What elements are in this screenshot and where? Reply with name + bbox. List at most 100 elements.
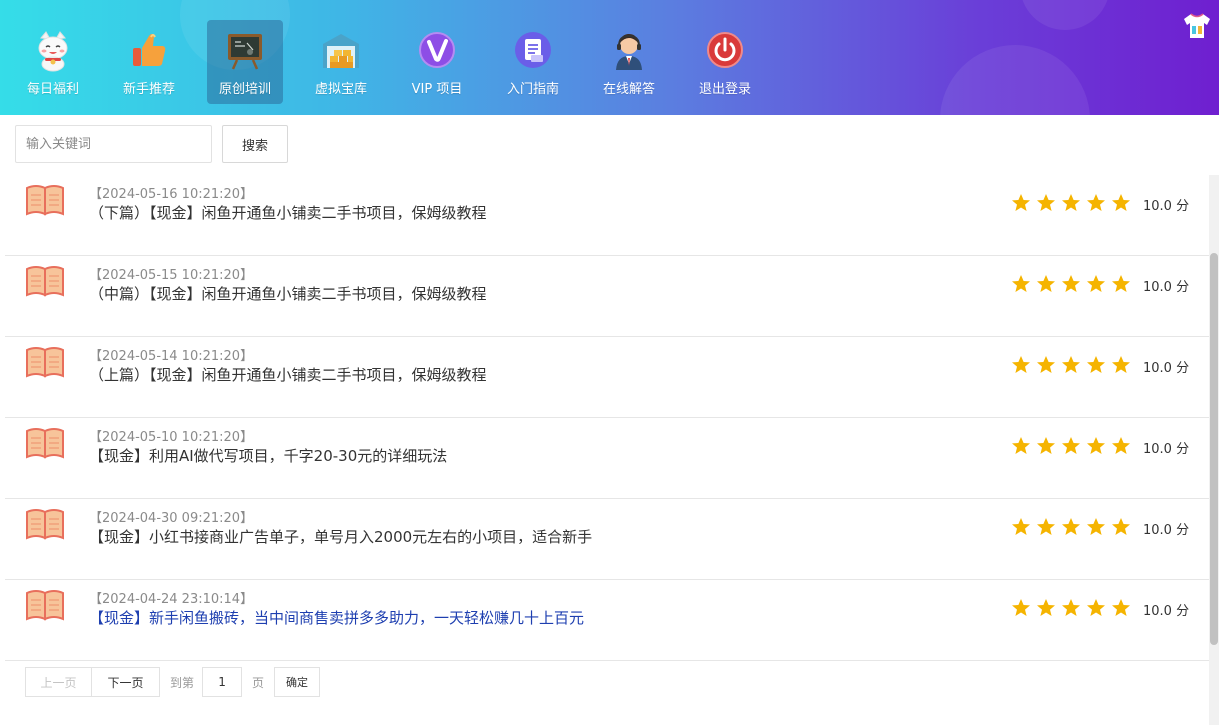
nav-item-online-answers[interactable]: 在线解答: [591, 20, 667, 104]
star-icon: [1012, 437, 1030, 454]
list-item[interactable]: 【2024-05-16 10:21:20】 （下篇）【现金】闲鱼开通鱼小铺卖二手…: [5, 175, 1209, 256]
item-score: 10.0 分: [1143, 361, 1190, 376]
star-icon: [1062, 356, 1080, 373]
nav-item-daily-welfare[interactable]: 每日福利: [15, 20, 91, 104]
list-item[interactable]: 【2024-05-10 10:21:20】 【现金】利用AI做代写项目，千字20…: [5, 418, 1209, 499]
star-icon: [1037, 437, 1055, 454]
star-icon: [1062, 599, 1080, 616]
item-title[interactable]: 【现金】新手闲鱼搬砖，当中间商售卖拼多多助力，一天轻松赚几十上百元: [89, 607, 584, 628]
open-book-icon: [26, 509, 64, 540]
item-score: 10.0 分: [1143, 523, 1190, 538]
item-score: 10.0 分: [1143, 199, 1190, 214]
lucky-cat-icon: [38, 31, 68, 72]
item-date: 【2024-05-16 10:21:20】: [89, 187, 254, 202]
power-icon: [707, 32, 743, 68]
rating-stars: [1011, 517, 1136, 537]
star-icon: [1062, 194, 1080, 211]
page-unit-label: 页: [252, 675, 265, 690]
nav-item-vip-projects[interactable]: VIP 项目: [399, 20, 475, 104]
item-score: 10.0 分: [1143, 280, 1190, 295]
item-title[interactable]: （下篇）【现金】闲鱼开通鱼小铺卖二手书项目，保姆级教程: [89, 202, 487, 223]
top-navigation-bar: 每日福利 新手推荐 原创培训 虚拟宝库 VIP 项目 入门指南 在线解答 退出登…: [0, 0, 1219, 115]
nav-item-label: 入门指南: [506, 82, 559, 97]
nav-item-original-training[interactable]: 原创培训: [207, 20, 283, 104]
star-icon: [1087, 518, 1105, 535]
open-book-icon: [26, 185, 64, 216]
shirt-icon[interactable]: [1182, 12, 1212, 40]
search-input[interactable]: [15, 125, 212, 163]
star-icon: [1087, 356, 1105, 373]
list-item[interactable]: 【2024-04-30 09:21:20】 【现金】小红书接商业广告单子，单号月…: [5, 499, 1209, 580]
search-button[interactable]: 搜索: [222, 125, 288, 163]
rating-stars: [1011, 193, 1136, 213]
thumbs-up-icon: [133, 34, 166, 66]
nav-item-virtual-treasury[interactable]: 虚拟宝库: [303, 20, 379, 104]
star-icon: [1062, 518, 1080, 535]
star-icon: [1087, 275, 1105, 292]
open-book-icon: [26, 428, 64, 459]
star-icon: [1112, 356, 1130, 373]
pagination: 上一页 下一页 到第 页 确定: [25, 667, 321, 697]
star-icon: [1087, 437, 1105, 454]
star-icon: [1012, 275, 1030, 292]
nav-item-beginner-picks[interactable]: 新手推荐: [111, 20, 187, 104]
open-book-icon: [26, 347, 64, 378]
item-score: 10.0 分: [1143, 604, 1190, 619]
star-icon: [1037, 518, 1055, 535]
list-item[interactable]: 【2024-05-15 10:21:20】 （中篇）【现金】闲鱼开通鱼小铺卖二手…: [5, 256, 1209, 337]
document-icon: [515, 32, 551, 68]
item-title[interactable]: （上篇）【现金】闲鱼开通鱼小铺卖二手书项目，保姆级教程: [89, 364, 487, 385]
nav-item-label: 虚拟宝库: [314, 82, 367, 97]
confirm-page-button[interactable]: 确定: [274, 667, 321, 697]
warehouse-icon: [323, 34, 359, 68]
rating-stars: [1011, 274, 1136, 294]
nav-item-label: 每日福利: [26, 82, 79, 97]
nav-item-label: 退出登录: [698, 82, 751, 97]
star-icon: [1112, 194, 1130, 211]
item-date: 【2024-05-10 10:21:20】: [89, 430, 254, 445]
item-title[interactable]: 【现金】小红书接商业广告单子，单号月入2000元左右的小项目，适合新手: [89, 526, 592, 547]
nav-item-label: VIP 项目: [411, 82, 463, 97]
nav-item-getting-started[interactable]: 入门指南: [495, 20, 571, 104]
item-date: 【2024-04-30 09:21:20】: [89, 511, 254, 526]
open-book-icon: [26, 266, 64, 297]
blackboard-icon: [228, 34, 262, 70]
page-number-input[interactable]: [202, 667, 243, 697]
star-icon: [1037, 275, 1055, 292]
item-date: 【2024-04-24 23:10:14】: [89, 592, 254, 607]
item-date: 【2024-05-15 10:21:20】: [89, 268, 254, 283]
star-icon: [1012, 518, 1030, 535]
rating-stars: [1011, 598, 1136, 618]
support-agent-icon: [616, 34, 642, 70]
star-icon: [1087, 194, 1105, 211]
star-icon: [1037, 356, 1055, 373]
open-book-icon: [26, 590, 64, 621]
nav-item-label: 在线解答: [602, 82, 655, 97]
rating-stars: [1011, 436, 1136, 456]
nav-item-logout[interactable]: 退出登录: [687, 20, 763, 104]
star-icon: [1012, 194, 1030, 211]
main-nav: 每日福利 新手推荐 原创培训 虚拟宝库 VIP 项目 入门指南 在线解答 退出登…: [15, 20, 783, 104]
star-icon: [1037, 194, 1055, 211]
item-score: 10.0 分: [1143, 442, 1190, 457]
item-date: 【2024-05-14 10:21:20】: [89, 349, 254, 364]
goto-page-label: 到第: [170, 675, 195, 690]
star-icon: [1087, 599, 1105, 616]
star-icon: [1112, 275, 1130, 292]
item-title[interactable]: 【现金】利用AI做代写项目，千字20-30元的详细玩法: [89, 445, 447, 466]
rating-stars: [1011, 355, 1136, 375]
scrollbar-thumb[interactable]: [1210, 253, 1218, 645]
star-icon: [1112, 437, 1130, 454]
star-icon: [1062, 437, 1080, 454]
list-item[interactable]: 【2024-04-24 23:10:14】 【现金】新手闲鱼搬砖，当中间商售卖拼…: [5, 580, 1209, 661]
nav-item-label: 新手推荐: [122, 82, 175, 97]
list-item[interactable]: 【2024-05-14 10:21:20】 （上篇）【现金】闲鱼开通鱼小铺卖二手…: [5, 337, 1209, 418]
vip-icon: [419, 32, 455, 68]
nav-item-label: 原创培训: [218, 82, 271, 97]
prev-page-button[interactable]: 上一页: [25, 667, 92, 697]
next-page-button[interactable]: 下一页: [92, 667, 160, 697]
article-list: 【2024-05-16 10:21:20】 （下篇）【现金】闲鱼开通鱼小铺卖二手…: [5, 175, 1209, 661]
star-icon: [1012, 599, 1030, 616]
item-title[interactable]: （中篇）【现金】闲鱼开通鱼小铺卖二手书项目，保姆级教程: [89, 283, 487, 304]
star-icon: [1037, 599, 1055, 616]
